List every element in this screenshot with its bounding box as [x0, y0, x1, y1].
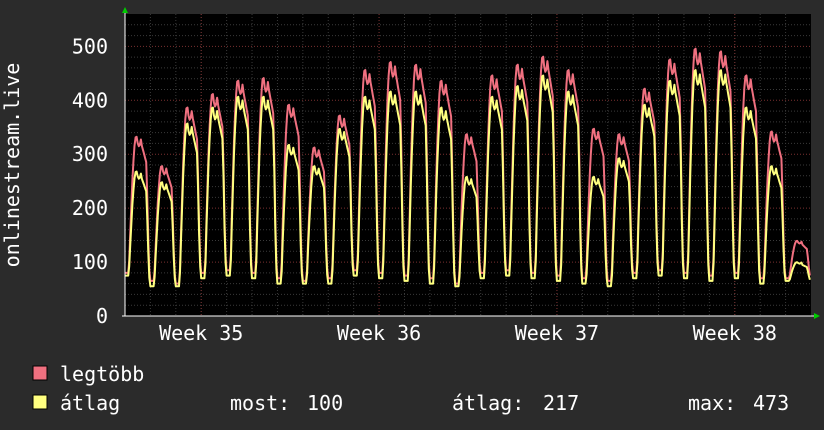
y-tick-label: 500	[72, 34, 108, 58]
legend-swatch-max	[32, 365, 48, 381]
legend: legtöbb átlag most: 100 átlag: 217 max: …	[32, 362, 789, 415]
stat-avg-value: 217	[543, 391, 579, 415]
legend-label-max: legtöbb	[60, 362, 144, 386]
x-tick-label: Week 36	[337, 321, 421, 345]
stat-max-label: max:	[688, 391, 736, 415]
x-tick-labels: Week 35 Week 36 Week 37 Week 38	[159, 321, 777, 345]
y-axis-arrow	[122, 7, 128, 13]
y-axis-label: onlinestream.live	[0, 63, 24, 268]
traffic-chart: 0100200300400500 Week 35 Week 36 Week 37 We…	[0, 7, 820, 415]
stat-now-value: 100	[307, 391, 343, 415]
legend-swatch-avg	[32, 394, 48, 410]
x-tick-label: Week 37	[515, 321, 599, 345]
y-tick-labels: 0 100 200 300 400 500	[72, 34, 108, 328]
y-tick-label: 0	[96, 304, 108, 328]
x-tick-label: Week 38	[693, 321, 777, 345]
stat-avg-label: átlag:	[452, 391, 524, 415]
legend-label-avg: átlag	[60, 391, 120, 415]
y-tick-label: 400	[72, 88, 108, 112]
y-tick-label: 300	[72, 142, 108, 166]
stat-now-label: most:	[230, 391, 290, 415]
y-tick-label: 200	[72, 196, 108, 220]
stat-max-value: 473	[753, 391, 789, 415]
y-tick-label: 100	[72, 250, 108, 274]
x-tick-label: Week 35	[159, 321, 243, 345]
x-axis-arrow	[814, 313, 820, 319]
